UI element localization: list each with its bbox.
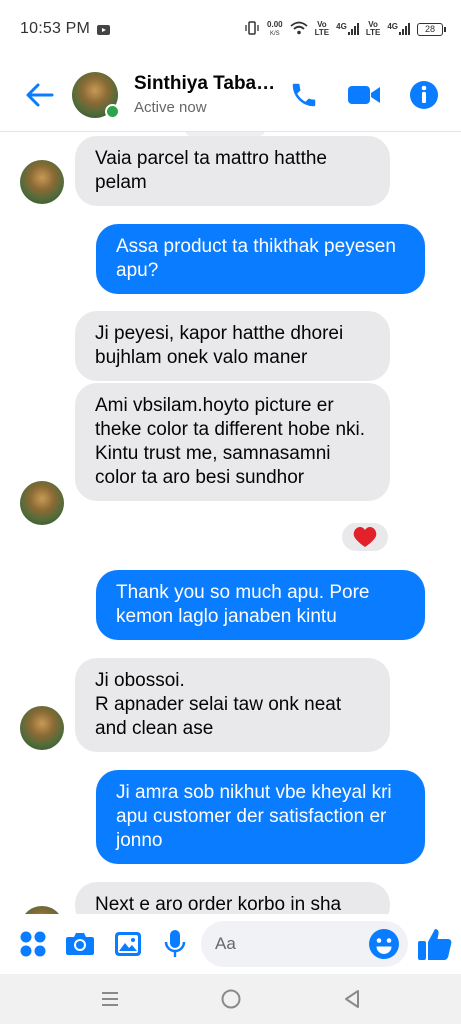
phone-icon [292,83,316,106]
sim2-signal: 4G [387,23,410,35]
youtube-notification-icon [97,25,111,35]
sim2-net-type: 4G [387,22,398,31]
recents-button[interactable] [97,986,123,1012]
message-list[interactable]: Vaia parcel ta mattro hatthe pelam Assa … [0,132,461,914]
message-outgoing[interactable]: Ji amra sob nikhut vbe kheyal kri apu cu… [96,770,425,864]
status-indicators: 0.00 K/S Vo LTE 4G Vo LTE 4G 28 [244,19,446,38]
like-button[interactable] [417,925,453,963]
status-time: 10:53 PM [20,20,91,37]
back-nav-button[interactable] [339,986,365,1012]
info-button[interactable] [407,78,441,112]
network-speed-value: 0.00 [267,19,283,29]
back-icon [344,990,359,1008]
status-bar: 10:53 PM 0.00 K/S Vo LTE 4G Vo LTE 4G 28 [0,0,461,58]
contact-avatar[interactable] [72,71,120,119]
video-call-icon [348,85,380,104]
online-indicator [105,103,120,119]
emoji-icon [369,929,399,959]
menu-grid-icon [20,931,46,957]
info-icon [410,80,438,109]
message-incoming[interactable]: Ami vbsilam.hoyto picture er theke color… [75,383,390,501]
sim1-signal: 4G [336,23,359,35]
chat-header: Sinthiya Taba… Active now [0,58,461,132]
vibrate-icon [244,21,260,37]
sim1-net-type: 4G [336,22,347,31]
message-outgoing[interactable]: Thank you so much apu. Pore kemon laglo … [96,570,425,640]
heart-icon [353,527,377,547]
home-button[interactable] [218,986,244,1012]
message-outgoing[interactable]: Assa product ta thikthak peyesen apu? [96,224,425,294]
recents-icon [101,992,118,1006]
sim2-volte: Vo LTE [365,20,381,37]
battery-level: 28 [424,23,435,34]
sender-avatar[interactable] [20,906,64,914]
video-call-button[interactable] [347,78,381,112]
voice-call-button[interactable] [287,78,321,112]
sim2-signal-bars [399,23,410,35]
contact-info[interactable]: Sinthiya Taba… Active now [134,73,284,116]
header-actions [287,78,441,112]
camera-button[interactable] [65,929,95,959]
like-icon [418,929,452,960]
message-incoming[interactable]: Next e aro order korbo in sha [75,882,390,914]
contact-name: Sinthiya Taba… [134,73,276,94]
contact-status: Active now [134,99,207,116]
back-arrow-icon [26,83,54,106]
battery-icon: 28 [417,22,446,36]
message-composer [0,914,461,974]
camera-icon [66,933,94,955]
network-speed: 0.00 K/S [267,19,283,38]
microphone-icon [164,930,186,957]
sender-avatar[interactable] [20,481,64,525]
message-input-container[interactable] [201,921,408,967]
message-incoming[interactable]: Ji obossoi. R apnader selai taw onk neat… [75,658,390,752]
sim1-volte: Vo LTE [314,20,330,37]
sender-avatar[interactable] [20,706,64,750]
back-button[interactable] [20,75,60,115]
message-incoming[interactable]: Vaia parcel ta mattro hatthe pelam [75,136,390,206]
wifi-icon [290,21,308,37]
message-reaction[interactable] [340,521,390,553]
system-navigation-bar [0,974,461,1024]
network-speed-unit: K/S [270,30,280,37]
sim1-signal-bars [347,23,359,35]
message-incoming[interactable]: Ji peyesi, kapor hatthe dhorei bujhlam o… [75,311,390,381]
message-input[interactable] [215,934,355,954]
home-icon [221,989,240,1009]
emoji-button[interactable] [368,928,400,960]
sender-avatar[interactable] [20,160,64,204]
voice-message-button[interactable] [160,929,190,959]
more-actions-button[interactable] [18,929,48,959]
gallery-button[interactable] [113,929,143,959]
gallery-icon [115,932,141,956]
